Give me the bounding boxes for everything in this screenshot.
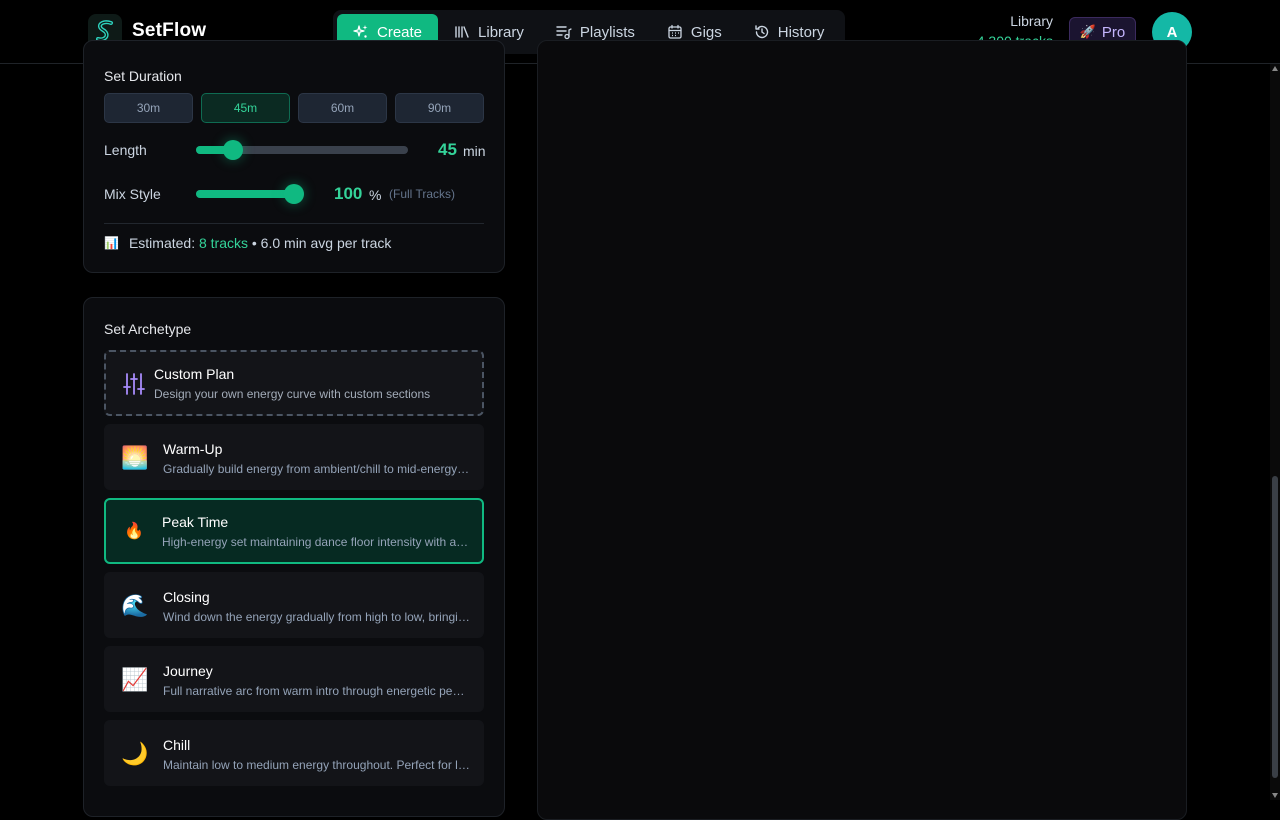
sunrise-icon: 🌅 (121, 445, 149, 470)
mix-style-slider-fill (196, 190, 294, 198)
moon-icon: 🌙 (121, 741, 149, 766)
brand-name: SetFlow (132, 20, 207, 41)
archetype-card-closing[interactable]: 🌊 Closing Wind down the energy gradually… (104, 572, 484, 638)
estimate-average: • 6.0 min avg per track (251, 235, 392, 251)
archetype-description: Gradually build energy from ambient/chil… (163, 462, 471, 476)
library-icon (455, 26, 469, 38)
set-duration-panel: Set Duration 30m 45m 60m 90m Length 45 m… (83, 40, 505, 273)
calendar-icon (668, 24, 682, 39)
archetype-description: Full narrative arc from warm intro throu… (163, 684, 471, 698)
archetype-title: Chill (163, 737, 191, 753)
duration-option-60m[interactable]: 60m (298, 93, 387, 123)
archetype-card-custom-plan[interactable]: Custom Plan Design your own energy curve… (104, 350, 484, 416)
fire-icon: 🔥 (124, 523, 144, 540)
set-archetype-panel: Set Archetype Custom Plan Design your ow… (83, 297, 505, 817)
preview-panel (537, 40, 1187, 820)
playlist-icon (556, 26, 572, 40)
nav-gigs-label: Gigs (690, 23, 722, 41)
estimate-prefix: Estimated: (128, 235, 196, 251)
scroll-down-arrow-icon[interactable] (1272, 793, 1278, 798)
length-value: 45 (438, 140, 457, 159)
duration-option-45m[interactable]: 45m (201, 93, 290, 123)
estimate-track-count: 8 tracks (198, 235, 248, 251)
set-duration-title: Set Duration (104, 68, 182, 84)
duration-option-30m[interactable]: 30m (104, 93, 193, 123)
scrollbar-thumb[interactable] (1272, 476, 1278, 778)
set-archetype-title: Set Archetype (104, 321, 192, 337)
archetype-title: Custom Plan (154, 366, 235, 382)
length-unit: min (463, 143, 486, 159)
archetype-card-warm-up[interactable]: 🌅 Warm-Up Gradually build energy from am… (104, 424, 484, 490)
length-slider[interactable] (196, 140, 408, 160)
archetype-description: High-energy set maintaining dance floor … (162, 535, 470, 549)
library-label: Library (1010, 13, 1053, 29)
archetype-card-chill[interactable]: 🌙 Chill Maintain low to medium energy th… (104, 720, 484, 786)
duration-option-90m[interactable]: 90m (395, 93, 484, 123)
sliders-icon (120, 370, 148, 398)
archetype-title: Journey (163, 663, 213, 679)
nav-create-label: Create (377, 23, 423, 41)
chart-icon: 📊 (104, 236, 119, 250)
wave-icon: 🌊 (121, 593, 149, 618)
archetype-title: Closing (163, 589, 210, 605)
divider (104, 223, 484, 224)
nav-library-label: Library (478, 23, 524, 41)
pro-label: Pro (1101, 23, 1126, 41)
archetype-description: Wind down the energy gradually from high… (163, 610, 471, 624)
chart-increasing-icon: 📈 (121, 667, 149, 692)
mix-style-note: (Full Tracks) (389, 187, 455, 201)
mix-style-slider-thumb[interactable] (284, 184, 304, 204)
archetype-description: Maintain low to medium energy throughout… (163, 758, 471, 772)
mix-style-slider[interactable] (196, 184, 304, 204)
duration-options: 30m 45m 60m 90m (104, 93, 484, 123)
page-scrollbar[interactable] (1270, 64, 1280, 800)
sparkles-icon (353, 25, 368, 38)
nav-history-label: History (777, 23, 825, 41)
archetype-title: Warm-Up (163, 441, 223, 457)
mix-style-unit: % (369, 187, 382, 203)
archetype-description: Design your own energy curve with custom… (154, 387, 431, 401)
history-icon (755, 25, 768, 39)
scroll-up-arrow-icon[interactable] (1272, 66, 1278, 71)
mix-style-value: 100 (334, 184, 363, 203)
archetype-title: Peak Time (162, 514, 229, 530)
archetype-card-peak-time[interactable]: 🔥 Peak Time High-energy set maintaining … (104, 498, 484, 564)
length-label: Length (104, 142, 147, 158)
mix-style-label: Mix Style (104, 186, 161, 202)
length-slider-thumb[interactable] (223, 140, 243, 160)
archetype-card-journey[interactable]: 📈 Journey Full narrative arc from warm i… (104, 646, 484, 712)
estimate-row: 📊 Estimated: 8 tracks • 6.0 min avg per … (104, 235, 391, 251)
nav-playlists-label: Playlists (579, 23, 635, 41)
rocket-icon: 🚀 (1079, 24, 1096, 39)
